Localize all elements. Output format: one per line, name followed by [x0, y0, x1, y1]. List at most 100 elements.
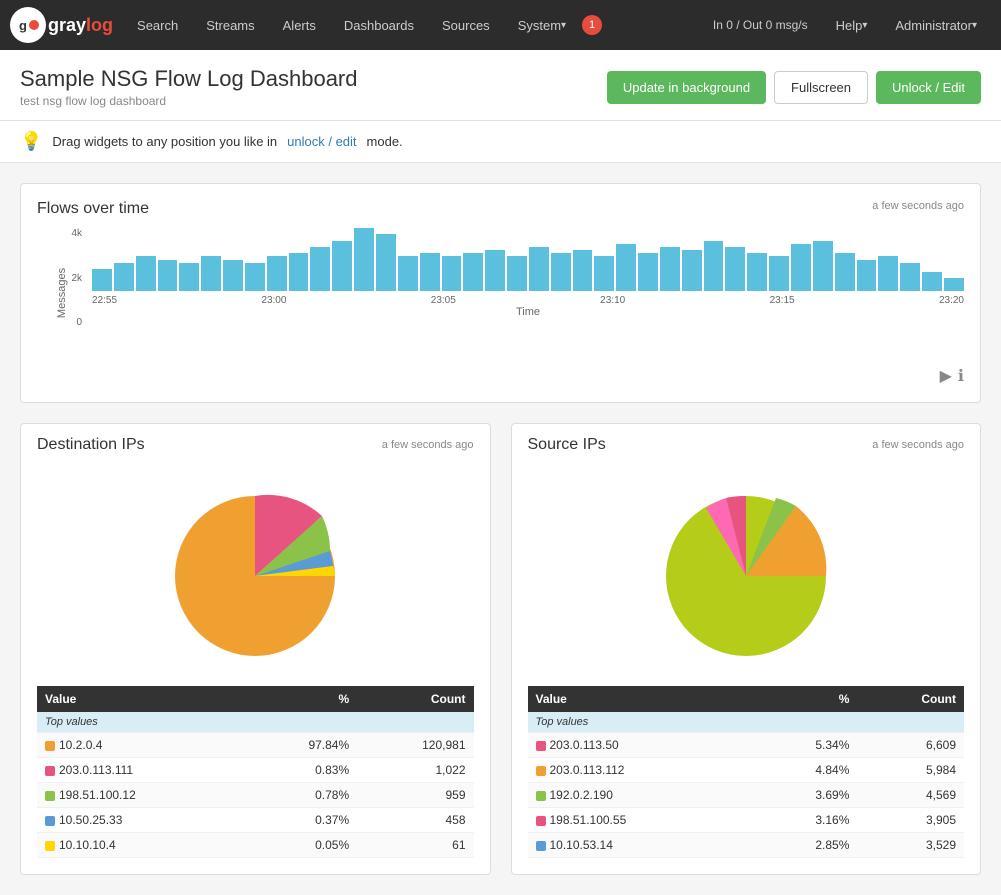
source-ips-header: Source IPs a few seconds ago	[512, 424, 981, 466]
x-axis-label: Time	[92, 306, 964, 318]
dest-row-4-value: 10.50.25.33	[37, 808, 246, 833]
update-background-button[interactable]: Update in background	[607, 71, 766, 104]
nav-admin[interactable]: Administrator	[881, 0, 991, 50]
bar	[616, 244, 636, 291]
bar	[660, 247, 680, 291]
src-top-values-row: Top values	[528, 712, 965, 733]
dest-color-dot-4	[45, 816, 55, 826]
src-color-dot-3	[536, 791, 546, 801]
nav-search[interactable]: Search	[123, 0, 192, 50]
play-icon[interactable]: ▶	[940, 366, 952, 386]
table-row: 10.50.25.33 0.37% 458	[37, 808, 474, 833]
source-ips-timestamp: a few seconds ago	[872, 439, 964, 451]
destination-ips-body[interactable]: Value % Count Top values 10.2.0.4 97.84%…	[21, 466, 490, 874]
page-title: Sample NSG Flow Log Dashboard	[20, 66, 358, 92]
source-ips-body[interactable]: Value % Count Top values 203.0.113.50 5.…	[512, 466, 981, 874]
table-row: 203.0.113.112 4.84% 5,984	[528, 758, 965, 783]
dest-col-count: Count	[357, 686, 473, 712]
bar	[507, 256, 527, 291]
bar	[551, 253, 571, 291]
bar	[158, 260, 178, 292]
unlock-edit-link[interactable]: unlock / edit	[287, 134, 356, 149]
dest-top-values-row: Top values	[37, 712, 474, 733]
bar	[638, 253, 658, 291]
dest-col-pct: %	[246, 686, 357, 712]
bar	[813, 241, 833, 291]
destination-pie-container	[37, 466, 474, 686]
bar	[332, 241, 352, 291]
bar	[136, 256, 156, 291]
src-row-1-value: 203.0.113.50	[528, 733, 753, 758]
status-text: In 0 / Out 0 msg/s	[699, 18, 822, 32]
dest-color-dot-5	[45, 841, 55, 851]
page-actions: Update in background Fullscreen Unlock /…	[607, 71, 981, 104]
bar	[376, 234, 396, 291]
destination-ips-widget: Destination IPs a few seconds ago	[20, 423, 491, 875]
bar	[485, 250, 505, 291]
flows-widget: Flows over time a few seconds ago Messag…	[20, 183, 981, 403]
nav-streams[interactable]: Streams	[192, 0, 268, 50]
notification-badge[interactable]: 1	[582, 15, 602, 35]
dest-row-1-value: 10.2.0.4	[37, 733, 246, 758]
navbar: g graylog Search Streams Alerts Dashboar…	[0, 0, 1001, 50]
bar	[682, 250, 702, 291]
src-col-value: Value	[528, 686, 753, 712]
nav-sources[interactable]: Sources	[428, 0, 504, 50]
src-col-count: Count	[857, 686, 964, 712]
flows-chart: Messages 4k 2k 0 22:55 23:00 23:05 23:10…	[37, 228, 964, 358]
flows-widget-title: Flows over time	[37, 200, 149, 218]
bar	[442, 256, 462, 291]
bar	[92, 269, 112, 291]
logo-icon: g	[10, 7, 46, 43]
bar	[267, 256, 287, 291]
bar-chart-bars	[92, 228, 964, 291]
nav-system[interactable]: System	[504, 0, 580, 50]
dashboard-content: Flows over time a few seconds ago Messag…	[0, 163, 1001, 895]
dest-color-dot-1	[45, 741, 55, 751]
bar	[289, 253, 309, 291]
flows-widget-footer: ▶ ℹ	[37, 366, 964, 386]
brand-name: graylog	[48, 15, 113, 36]
info-icon[interactable]: ℹ	[958, 366, 964, 386]
source-ips-title: Source IPs	[528, 436, 606, 454]
bar	[725, 247, 745, 291]
src-color-dot-2	[536, 766, 546, 776]
page-header: Sample NSG Flow Log Dashboard test nsg f…	[0, 50, 1001, 121]
dest-row-2-value: 203.0.113.111	[37, 758, 246, 783]
bar	[922, 272, 942, 291]
page-title-area: Sample NSG Flow Log Dashboard test nsg f…	[20, 66, 358, 108]
bar	[398, 256, 418, 291]
unlock-edit-button[interactable]: Unlock / Edit	[876, 71, 981, 104]
bar	[223, 260, 243, 292]
nav-alerts[interactable]: Alerts	[269, 0, 330, 50]
src-col-pct: %	[752, 686, 857, 712]
info-text-after: mode.	[367, 134, 403, 149]
bar	[835, 253, 855, 291]
info-text: Drag widgets to any position you like in	[52, 134, 277, 149]
fullscreen-button[interactable]: Fullscreen	[774, 71, 868, 104]
table-row: 192.0.2.190 3.69% 4,569	[528, 783, 965, 808]
bar	[310, 247, 330, 291]
destination-ips-header: Destination IPs a few seconds ago	[21, 424, 490, 466]
bar	[463, 253, 483, 291]
source-ips-widget: Source IPs a few seconds ago	[511, 423, 982, 875]
bar	[857, 260, 877, 292]
flows-widget-timestamp: a few seconds ago	[872, 200, 964, 212]
bar	[900, 263, 920, 291]
brand-logo[interactable]: g graylog	[10, 7, 113, 43]
bar	[529, 247, 549, 291]
source-pie-chart	[641, 476, 851, 676]
bar	[704, 241, 724, 291]
src-color-dot-5	[536, 841, 546, 851]
destination-ips-title: Destination IPs	[37, 436, 145, 454]
dest-color-dot-2	[45, 766, 55, 776]
src-color-dot-1	[536, 741, 546, 751]
svg-text:g: g	[19, 18, 27, 33]
source-ips-table: Value % Count Top values 203.0.113.50 5.…	[528, 686, 965, 858]
table-row: 10.2.0.4 97.84% 120,981	[37, 733, 474, 758]
bar	[354, 228, 374, 291]
bar	[179, 263, 199, 291]
nav-dashboards[interactable]: Dashboards	[330, 0, 428, 50]
page-subtitle: test nsg flow log dashboard	[20, 94, 358, 108]
nav-help[interactable]: Help	[822, 0, 882, 50]
